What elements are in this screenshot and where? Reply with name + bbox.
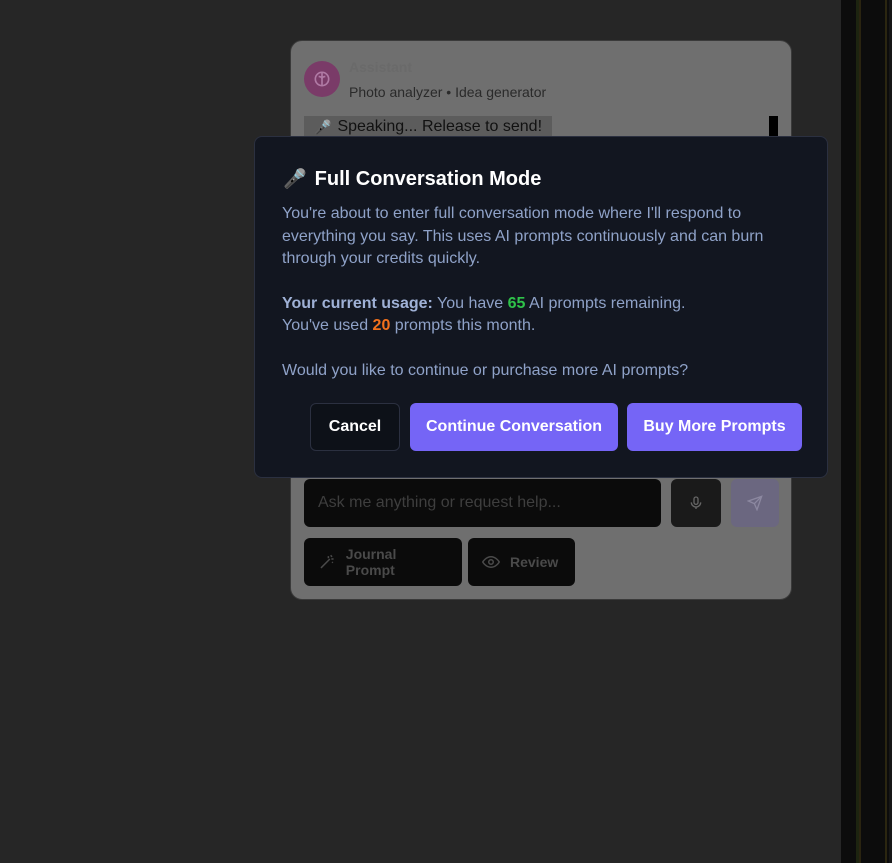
dialog-title: 🎤 Full Conversation Mode [283,167,541,191]
eye-icon [482,555,500,569]
used-suffix: prompts this month. [394,317,536,334]
assistant-subtitle: Photo analyzer • Idea generator [349,84,547,100]
buy-more-prompts-button[interactable]: Buy More Prompts [627,403,802,451]
dialog-body: You're about to enter full conversation … [282,203,812,382]
used-line: You've used 20 prompts this month. [282,315,812,338]
used-prefix: You've used [282,317,369,334]
journal-prompt-button[interactable]: Journal Prompt [304,538,462,586]
journal-prompt-label: Journal Prompt [345,546,397,578]
usage-suffix: AI prompts remaining. [528,294,686,312]
usage-label: Your current usage: [282,294,433,312]
text-cursor [769,116,778,138]
usage-line: Your current usage: You have 65 AI promp… [282,293,812,316]
continue-conversation-button[interactable]: Continue Conversation [410,403,618,451]
prompts-used-count: 20 [372,317,391,334]
conversation-mode-dialog: 🎤 Full Conversation Mode You're about to… [254,136,828,478]
chat-input[interactable]: Ask me anything or request help... [304,479,661,527]
app-page: Assistant Photo analyzer • Idea generato… [0,0,892,863]
dialog-intro: You're about to enter full conversation … [282,205,764,267]
send-button[interactable] [731,479,779,527]
chat-input-placeholder: Ask me anything or request help... [318,494,561,511]
brain-icon [314,71,330,87]
magic-wand-icon [320,554,334,569]
dialog-title-text: Full Conversation Mode [314,167,542,190]
edge-line [859,0,861,863]
usage-prefix: You have [437,294,504,312]
speaking-status: 🎤 Speaking... Release to send! [304,116,553,138]
send-icon [747,495,763,511]
cancel-button[interactable]: Cancel [310,403,400,451]
right-edge-strip [841,0,892,863]
voice-input-button[interactable] [671,479,721,527]
review-label: Review [510,554,559,570]
microphone-icon: 🎤 [314,119,332,135]
dialog-question: Would you like to continue or purchase m… [282,361,689,379]
assistant-avatar [304,61,340,97]
prompts-remaining-count: 65 [507,294,526,312]
review-button[interactable]: Review [468,538,575,586]
edge-line [885,0,887,863]
microphone-icon: 🎤 [283,169,307,190]
microphone-icon [690,496,702,509]
speaking-status-text: Speaking... Release to send! [337,118,543,135]
assistant-name: Assistant [349,59,413,75]
